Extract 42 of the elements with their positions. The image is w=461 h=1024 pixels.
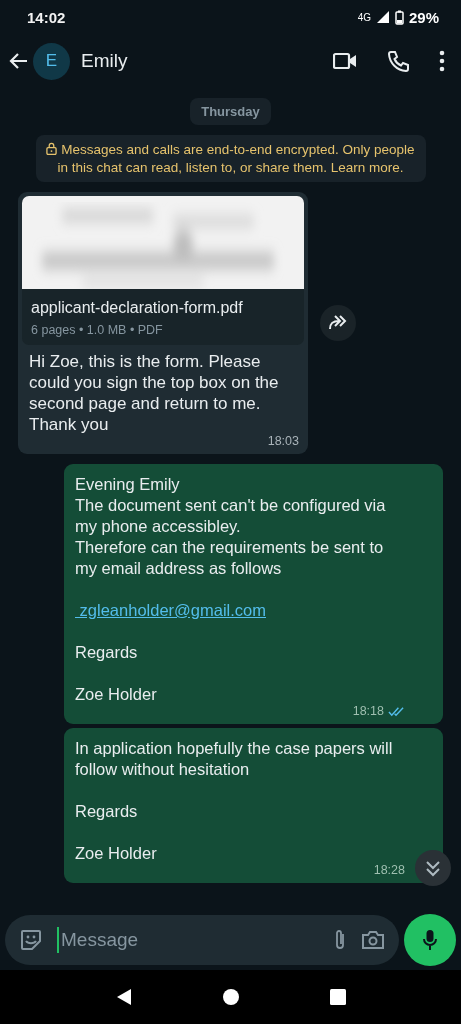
battery-icon — [394, 9, 404, 25]
message-text: Regards — [75, 801, 138, 822]
contact-avatar[interactable]: E — [33, 42, 70, 80]
scroll-down-icon[interactable] — [415, 850, 451, 886]
sticker-icon[interactable] — [19, 928, 43, 952]
phone-icon[interactable] — [387, 50, 409, 72]
document-attachment[interactable]: applicant-declaration-form.pdf 6 pages • 1.0 MB • PDF — [22, 196, 304, 345]
home-nav-icon[interactable] — [222, 989, 239, 1005]
encryption-notice[interactable]: Messages and calls are end-to-end encrypted. Only people in this chat can read, listen to, or share them. Learn more. — [35, 135, 426, 182]
microphone-icon — [423, 929, 437, 951]
message-text: Therefore can the requirements be sent to my email address as follows — [75, 537, 385, 579]
message-text: The document sent can't be configured via my phone accessibley. — [75, 495, 387, 537]
more-options-icon[interactable] — [439, 50, 445, 72]
contact-name[interactable]: Emily — [81, 50, 333, 72]
message-text: In application hopefully the case papers will follow without hesitation — [75, 738, 394, 780]
lock-icon — [46, 142, 58, 155]
message-text: Evening Emily — [75, 474, 180, 495]
message-text: Zoe Holder — [75, 684, 157, 705]
microphone-button[interactable] — [404, 914, 456, 966]
file-name: applicant-declaration-form.pdf — [30, 298, 244, 318]
status-time: 14:02 — [27, 8, 66, 26]
message-text: Zoe Holder — [75, 843, 157, 864]
file-details: 6 pages • 1.0 MB • PDF — [30, 322, 164, 337]
battery-percent: 29% — [408, 8, 439, 26]
back-icon[interactable] — [9, 51, 29, 71]
paperclip-icon[interactable] — [333, 928, 347, 952]
forward-icon[interactable] — [320, 305, 356, 341]
video-call-icon[interactable] — [333, 52, 357, 70]
message-text: Hi Zoe, this is the form. Please could you sign the top box on the second page and return to me. Thank you — [29, 351, 280, 435]
message-time: 18:28 — [373, 863, 405, 877]
double-check-icon — [388, 705, 405, 717]
recents-nav-icon[interactable] — [329, 989, 346, 1005]
message-field[interactable]: Message — [5, 915, 399, 965]
message-time: 18:18 — [352, 704, 384, 718]
message-time: 18:03 — [267, 434, 299, 448]
email-link[interactable]: zgleanholder@gmail.com — [75, 600, 266, 621]
signal-icon — [375, 10, 390, 24]
network-type: 4G — [357, 11, 371, 23]
message-text: Regards — [75, 642, 138, 663]
date-chip: Thursday — [190, 98, 271, 125]
back-nav-icon[interactable] — [115, 988, 132, 1006]
camera-icon[interactable] — [361, 930, 385, 950]
